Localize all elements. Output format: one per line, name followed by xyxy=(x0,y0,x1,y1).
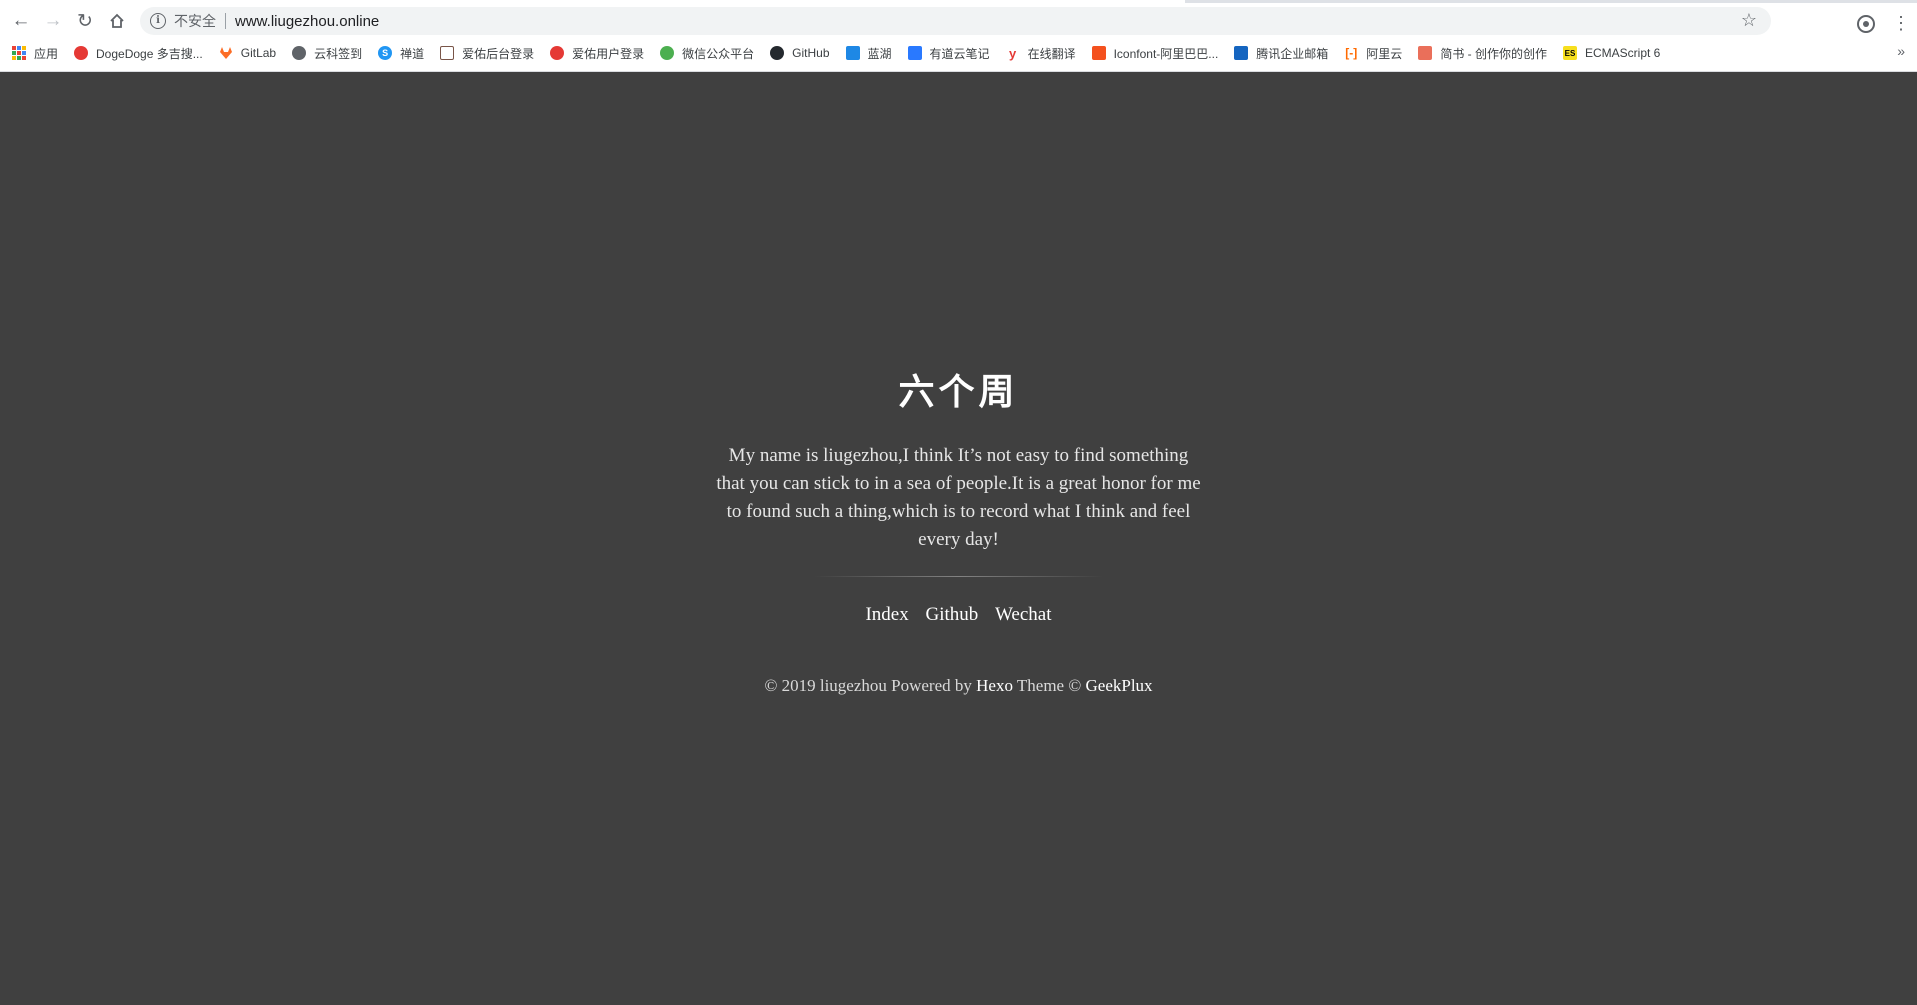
apps-grid-icon xyxy=(12,46,26,60)
url-text[interactable]: www.liugezhou.online xyxy=(235,13,379,30)
bookmark-label: 有道云笔记 xyxy=(929,46,990,61)
divider-line xyxy=(813,576,1104,577)
tabstrip-edge xyxy=(0,0,1917,3)
security-label: 不安全 xyxy=(174,13,216,29)
bookmark-label: 腾讯企业邮箱 xyxy=(1256,46,1329,61)
jianshu-icon xyxy=(1418,46,1433,60)
bookmark-wechat-mp[interactable]: 微信公众平台 xyxy=(660,41,754,65)
bookmark-youdao-note[interactable]: 有道云笔记 xyxy=(907,41,990,65)
bio-text: My name is liugezhou,I think It’s not ea… xyxy=(716,445,1201,550)
kebab-menu-icon[interactable]: ⋮ xyxy=(1892,13,1910,33)
zentao-icon: S xyxy=(378,46,393,60)
site-title: 六个周 xyxy=(898,371,1019,413)
home-icon xyxy=(110,13,124,28)
youdao-note-icon xyxy=(907,46,922,60)
bookmark-gitlab[interactable]: GitLab xyxy=(219,41,276,65)
divider xyxy=(225,13,226,29)
bookmark-label: 在线翻译 xyxy=(1027,46,1076,61)
dogedoge-icon xyxy=(74,46,89,60)
bookmark-label: 简书 - 创作你的创作 xyxy=(1440,46,1547,61)
arrow-right-icon: → xyxy=(43,10,63,31)
bookmark-dogedoge[interactable]: DogeDoge 多吉搜... xyxy=(74,41,203,65)
reload-button[interactable]: ↻ xyxy=(69,5,101,37)
link-hexo[interactable]: Hexo xyxy=(976,676,1013,695)
arrow-left-icon: ← xyxy=(11,10,31,31)
youdao-translate-icon: y xyxy=(1008,45,1017,61)
toolbar: ← → ↻ i 不安全 www.liugezhou.online ☆ ⋮ xyxy=(0,4,1917,38)
back-button[interactable]: ← xyxy=(5,5,37,37)
bookmark-aiyou-user[interactable]: 爱佑用户登录 xyxy=(550,41,644,65)
bookmark-label: 禅道 xyxy=(400,46,425,61)
tab-indicator xyxy=(1090,0,1185,3)
aliyun-icon: [-] xyxy=(1345,46,1358,60)
chevron-double-right-icon[interactable]: » xyxy=(1897,43,1905,59)
bookmark-es6[interactable]: ES ECMAScript 6 xyxy=(1562,41,1661,65)
browser-chrome: ← → ↻ i 不安全 www.liugezhou.online ☆ ⋮ 应用 … xyxy=(0,0,1917,72)
footer-copyright: © 2019 liugezhou Powered by xyxy=(764,676,977,695)
es6-icon: ES xyxy=(1562,46,1577,60)
globe-icon xyxy=(292,46,307,60)
bookmark-label: 爱佑后台登录 xyxy=(462,46,535,61)
info-icon[interactable]: i xyxy=(150,13,166,29)
extension-icon[interactable] xyxy=(1857,15,1875,33)
github-icon xyxy=(770,46,785,60)
bookmark-tencent-mail[interactable]: 腾讯企业邮箱 xyxy=(1234,41,1328,65)
bookmark-label: ECMAScript 6 xyxy=(1584,46,1661,60)
link-index[interactable]: Index xyxy=(865,604,908,625)
bookmark-label: 爱佑用户登录 xyxy=(572,46,645,61)
bookmark-label: Iconfont-阿里巴巴... xyxy=(1113,46,1219,61)
lanhu-icon xyxy=(845,46,860,60)
bookmark-github[interactable]: GitHub xyxy=(770,41,830,65)
image-icon xyxy=(440,46,455,60)
address-bar[interactable]: i 不安全 www.liugezhou.online ☆ xyxy=(140,7,1771,35)
footer-theme-text: Theme © xyxy=(1012,676,1086,695)
forward-button[interactable]: → xyxy=(37,5,69,37)
bookmark-label: DogeDoge 多吉搜... xyxy=(96,46,203,61)
gitlab-icon xyxy=(219,47,232,59)
link-geekplux[interactable]: GeekPlux xyxy=(1086,676,1153,695)
tab-indicator xyxy=(0,0,1090,3)
bookmark-label: 应用 xyxy=(34,46,59,61)
bookmark-jianshu[interactable]: 简书 - 创作你的创作 xyxy=(1418,41,1547,65)
bookmark-iconfont[interactable]: Iconfont-阿里巴巴... xyxy=(1091,41,1219,65)
wechat-icon xyxy=(660,46,675,60)
bookmark-label: 蓝湖 xyxy=(867,46,892,61)
iconfont-icon xyxy=(1091,46,1106,60)
tencent-mail-icon xyxy=(1234,46,1249,60)
footer: © 2019 liugezhou Powered by Hexo Theme ©… xyxy=(0,676,1917,696)
home-button[interactable] xyxy=(101,5,133,37)
bookmark-yunke[interactable]: 云科签到 xyxy=(292,41,362,65)
bookmark-translate[interactable]: y 在线翻译 xyxy=(1006,41,1076,65)
bookmark-label: 云科签到 xyxy=(314,46,363,61)
reload-icon: ↻ xyxy=(77,10,93,32)
bookmark-label: 阿里云 xyxy=(1366,46,1403,61)
bookmark-label: GitHub xyxy=(792,46,830,60)
profile-links: Index Github Wechat xyxy=(0,604,1917,626)
bookmark-label: GitLab xyxy=(240,46,277,60)
bookmark-aliyun[interactable]: [-] 阿里云 xyxy=(1344,41,1402,65)
bookmark-lanhu[interactable]: 蓝湖 xyxy=(845,41,892,65)
bookmark-label: 微信公众平台 xyxy=(682,46,755,61)
page-content: 六个周 My name is liugezhou,I think It’s no… xyxy=(0,72,1917,1005)
bookmark-apps[interactable]: 应用 xyxy=(12,41,58,65)
profile-section: 六个周 My name is liugezhou,I think It’s no… xyxy=(0,362,1917,696)
link-wechat[interactable]: Wechat xyxy=(995,604,1052,625)
flower-icon xyxy=(550,46,565,60)
bookmarks-bar: 应用 DogeDoge 多吉搜... GitLab 云科签到 S 禅道 爱佑后台… xyxy=(0,41,1917,65)
bookmark-zentao[interactable]: S 禅道 xyxy=(378,41,424,65)
star-icon[interactable]: ☆ xyxy=(1741,10,1757,31)
link-github[interactable]: Github xyxy=(925,604,978,625)
bookmark-aiyou-admin[interactable]: 爱佑后台登录 xyxy=(440,41,534,65)
